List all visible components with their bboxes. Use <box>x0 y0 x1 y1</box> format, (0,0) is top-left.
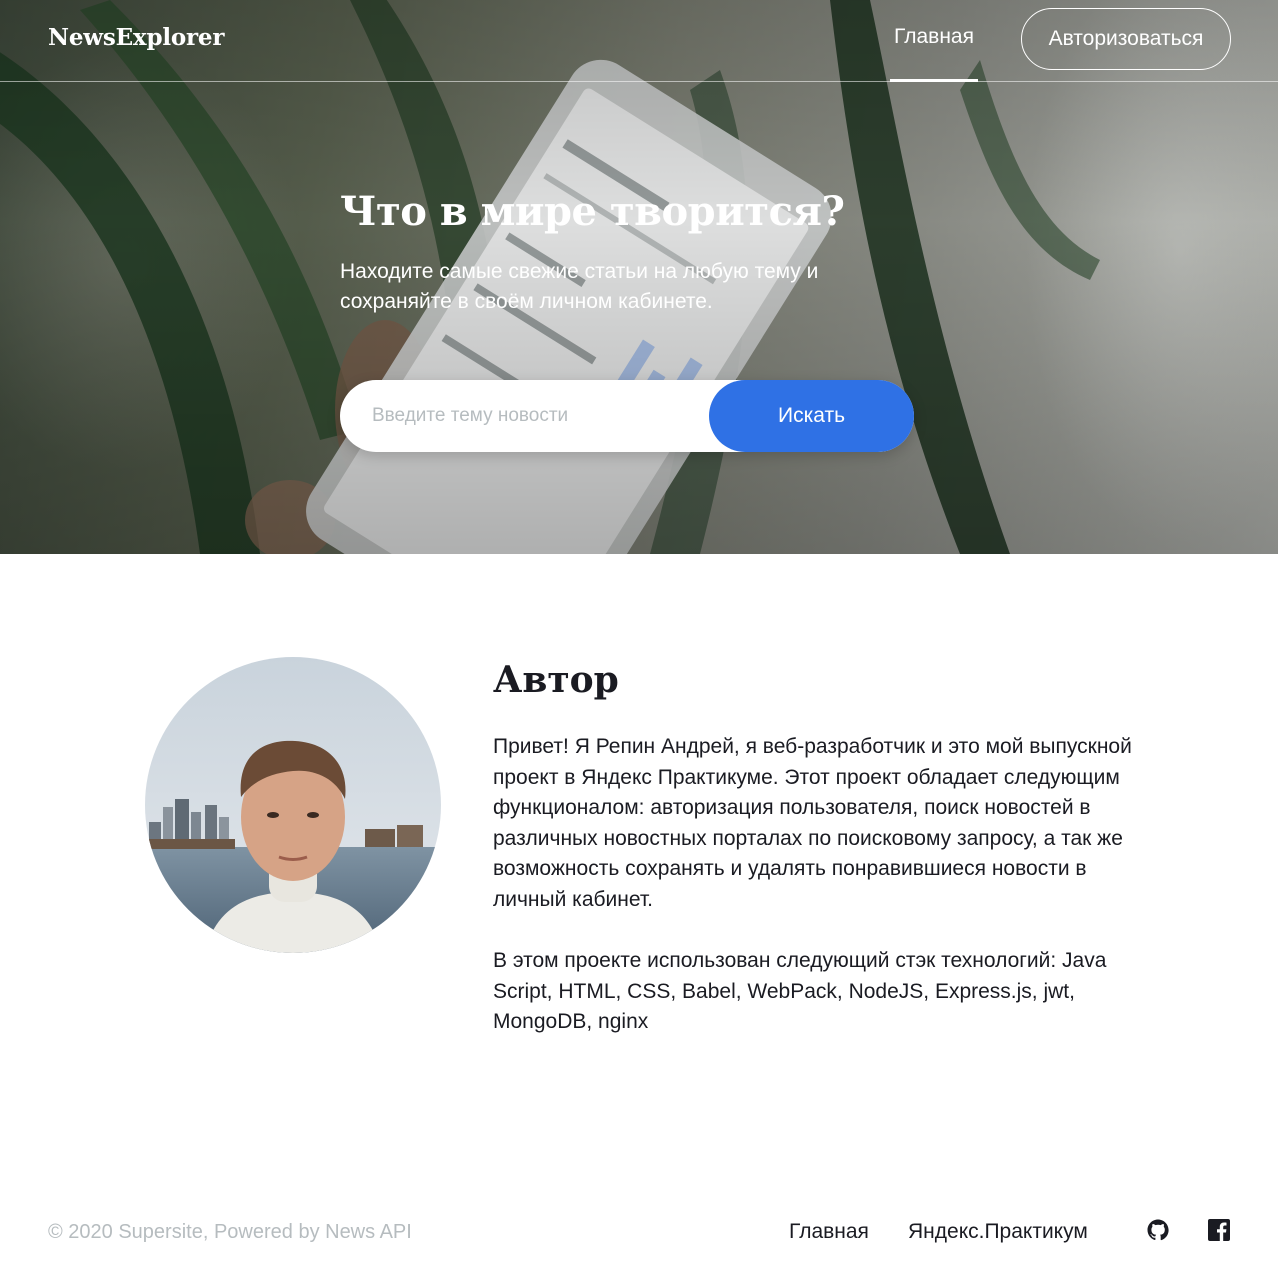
nav-home-link[interactable]: Главная <box>890 0 978 82</box>
about-paragraph: В этом проекте использован следующий стэ… <box>493 949 1107 1034</box>
copyright: © 2020 Supersite, Powered by News API <box>48 1221 412 1243</box>
about-section: Автор Привет! Я Репин Андрей, я веб-разр… <box>0 554 1278 1184</box>
hero-section: NewsExplorer Главная Авторизоваться Что … <box>0 0 1278 554</box>
author-photo <box>145 657 441 953</box>
site-header: NewsExplorer Главная Авторизоваться <box>0 0 1278 82</box>
search-form: Искать <box>340 380 914 452</box>
search-button[interactable]: Искать <box>709 380 914 452</box>
about-text: Привет! Я Репин Андрей, я веб-разработчи… <box>493 732 1143 1038</box>
about-title: Автор <box>493 659 619 701</box>
site-logo[interactable]: NewsExplorer <box>48 24 224 51</box>
footer-link-home[interactable]: Главная <box>789 1220 869 1244</box>
github-icon[interactable] <box>1146 1218 1170 1242</box>
login-button[interactable]: Авторизоваться <box>1021 8 1231 70</box>
footer-link-practicum[interactable]: Яндекс.Практикум <box>908 1220 1088 1244</box>
hero-title: Что в мире творится? <box>340 188 845 235</box>
site-footer: © 2020 Supersite, Powered by News API Гл… <box>0 1184 1278 1280</box>
author-avatar <box>145 657 441 953</box>
facebook-icon[interactable] <box>1207 1218 1231 1242</box>
about-paragraph: Привет! Я Репин Андрей, я веб-разработчи… <box>493 735 1132 911</box>
search-input[interactable] <box>340 380 720 452</box>
hero-subtitle: Находите самые свежие статьи на любую те… <box>340 260 819 313</box>
